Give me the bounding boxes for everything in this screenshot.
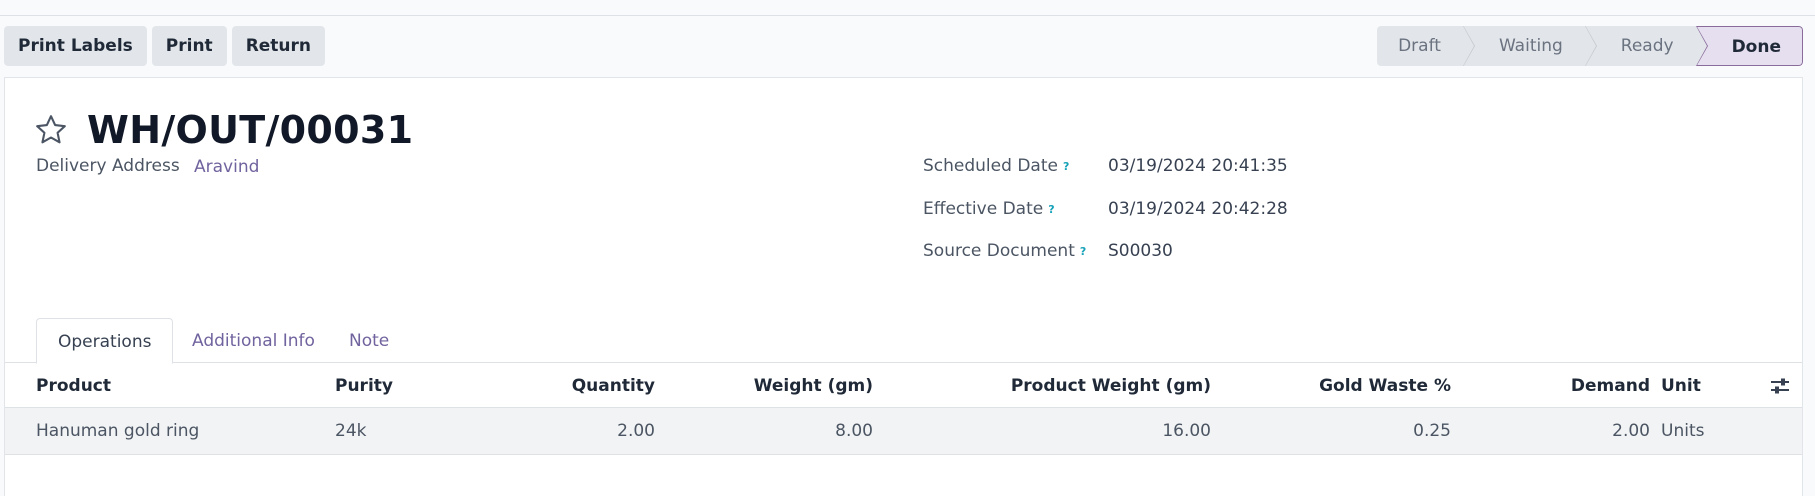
tab-operations[interactable]: Operations bbox=[36, 318, 174, 364]
cell-gold-waste: 0.25 bbox=[1413, 421, 1451, 441]
col-product[interactable]: Product bbox=[36, 364, 111, 408]
col-purity[interactable]: Purity bbox=[335, 364, 393, 408]
title-row: WH/OUT/00031 bbox=[33, 108, 413, 152]
cell-purity: 24k bbox=[335, 421, 367, 441]
cell-weight: 8.00 bbox=[835, 421, 873, 441]
record-title: WH/OUT/00031 bbox=[87, 108, 414, 152]
cell-unit: Units bbox=[1661, 421, 1705, 441]
source-document-value[interactable]: S00030 bbox=[1108, 241, 1173, 261]
col-gold-waste[interactable]: Gold Waste % bbox=[1319, 364, 1451, 408]
optional-columns-icon[interactable] bbox=[1770, 376, 1790, 396]
help-icon[interactable]: ? bbox=[1048, 203, 1054, 216]
tab-additional-info[interactable]: Additional Info bbox=[171, 318, 336, 364]
effective-date-label: Effective Date bbox=[923, 199, 1044, 219]
top-divider bbox=[0, 15, 1815, 16]
print-button[interactable]: Print bbox=[151, 26, 227, 66]
source-document-label: Source Document bbox=[923, 241, 1075, 261]
table-row[interactable]: Hanuman gold ring 24k 2.00 8.00 16.00 0.… bbox=[5, 408, 1802, 455]
return-button[interactable]: Return bbox=[231, 26, 326, 66]
col-demand[interactable]: Demand bbox=[1571, 364, 1650, 408]
stage-waiting[interactable]: Waiting bbox=[1462, 26, 1597, 66]
stage-done[interactable]: Done bbox=[1695, 26, 1803, 66]
print-labels-button[interactable]: Print Labels bbox=[4, 26, 147, 66]
effective-date-value[interactable]: 03/19/2024 20:42:28 bbox=[1108, 199, 1288, 219]
delivery-address-label: Delivery Address bbox=[36, 156, 180, 176]
stage-draft[interactable]: Draft bbox=[1377, 26, 1475, 66]
scheduled-date-value[interactable]: 03/19/2024 20:41:35 bbox=[1108, 156, 1288, 176]
scheduled-date-label: Scheduled Date bbox=[923, 156, 1058, 176]
scheduled-date-field: Scheduled Date? 03/19/2024 20:41:35 bbox=[923, 156, 1288, 176]
star-icon[interactable] bbox=[33, 112, 69, 148]
form-sheet: WH/OUT/00031 Delivery Address Aravind Sc… bbox=[4, 77, 1803, 496]
notebook-tabs: Operations Additional Info Note bbox=[5, 318, 1802, 364]
col-weight[interactable]: Weight (gm) bbox=[754, 364, 873, 408]
effective-date-field: Effective Date? 03/19/2024 20:42:28 bbox=[923, 199, 1288, 219]
cell-quantity: 2.00 bbox=[617, 421, 655, 441]
delivery-address-value[interactable]: Aravind bbox=[194, 157, 259, 177]
help-icon[interactable]: ? bbox=[1063, 160, 1069, 173]
col-quantity[interactable]: Quantity bbox=[572, 364, 655, 408]
stage-ready[interactable]: Ready bbox=[1584, 26, 1708, 66]
source-document-field: Source Document? S00030 bbox=[923, 241, 1173, 261]
status-bar: Draft Waiting Ready Done bbox=[1377, 26, 1803, 66]
cell-demand: 2.00 bbox=[1612, 421, 1650, 441]
operations-table: Product Purity Quantity Weight (gm) Prod… bbox=[5, 364, 1802, 455]
col-unit[interactable]: Unit bbox=[1661, 364, 1701, 408]
delivery-address-field: Delivery Address Aravind bbox=[36, 156, 259, 177]
help-icon[interactable]: ? bbox=[1080, 245, 1086, 258]
tab-note[interactable]: Note bbox=[328, 318, 410, 364]
cell-product: Hanuman gold ring bbox=[36, 421, 200, 441]
table-header: Product Purity Quantity Weight (gm) Prod… bbox=[5, 364, 1802, 408]
cell-product-weight: 16.00 bbox=[1162, 421, 1211, 441]
action-buttons: Print Labels Print Return bbox=[4, 26, 326, 66]
col-product-weight[interactable]: Product Weight (gm) bbox=[1011, 364, 1211, 408]
